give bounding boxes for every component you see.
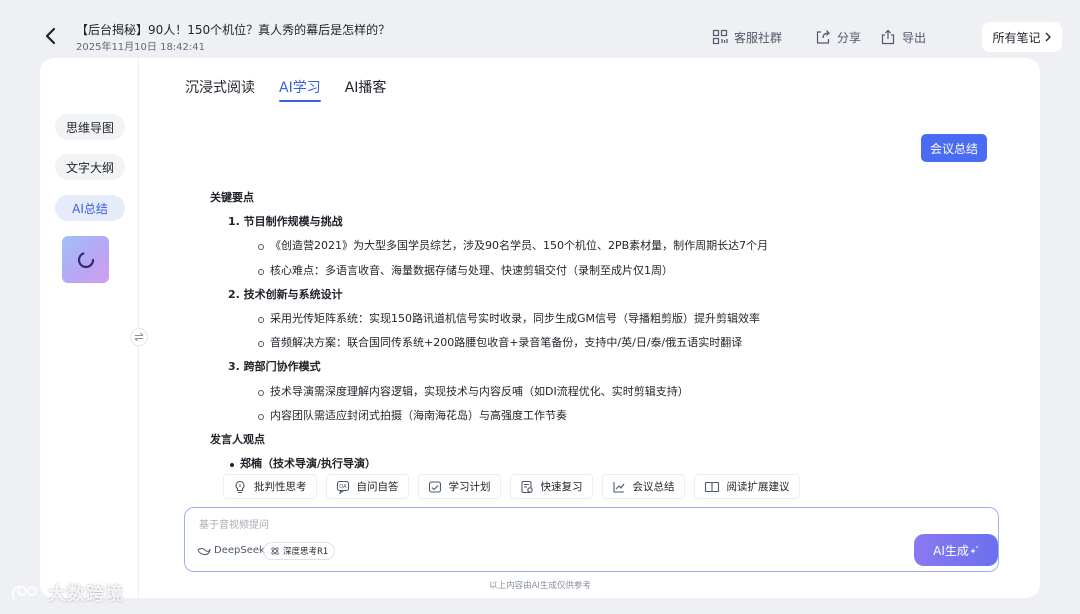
- bullet-text: 内容团队需适应封闭式拍摄（海南海花岛）与高强度工作节奏: [270, 408, 567, 422]
- customer-service-label: 客服社群: [734, 30, 783, 45]
- quick-action-label: 学习计划: [448, 481, 491, 493]
- quick-action-label: 快速复习: [540, 481, 583, 493]
- meeting-summary-button[interactable]: 会议总结: [921, 134, 987, 162]
- page-title: 【后台揭秘】90人！150个机位？真人秀的幕后是怎样的？: [76, 23, 391, 37]
- model-selector[interactable]: DeepSeek: [197, 545, 265, 556]
- share-icon: [816, 30, 830, 44]
- question-input-box: DeepSeek 深度思考R1 AI生成: [184, 507, 999, 572]
- all-notes-label: 所有笔记: [992, 30, 1041, 45]
- chevron-right-icon: [1045, 32, 1051, 42]
- point-bullet: 《创造营2021》为大型多国学员综艺，涉及90名学员、150个机位、2PB素材量…: [210, 234, 930, 258]
- main-card: 思维导图 文字大纲 AI总结 沉浸式阅读 AI学习 AI播客 会议总结 关键要点…: [40, 58, 1040, 598]
- sidebar-collapse-handle[interactable]: [130, 328, 148, 346]
- sidebar: 思维导图 文字大纲 AI总结: [40, 58, 139, 598]
- point-title: 2. 技术创新与系统设计: [228, 287, 343, 301]
- back-button[interactable]: [44, 26, 58, 46]
- tab-ai-learning[interactable]: AI学习: [279, 78, 321, 102]
- quick-action-study-plan[interactable]: 学习计划: [417, 474, 501, 499]
- sidebar-item-mindmap[interactable]: 思维导图: [55, 114, 125, 140]
- deepseek-whale-icon: [197, 547, 211, 555]
- share-button[interactable]: 分享: [815, 28, 861, 46]
- sidebar-item-outline[interactable]: 文字大纲: [55, 154, 125, 180]
- quick-action-meeting-summary[interactable]: 会议总结: [601, 474, 685, 499]
- tab-immersive-reading[interactable]: 沉浸式阅读: [185, 78, 255, 100]
- deep-think-toggle[interactable]: 深度思考R1: [263, 542, 336, 560]
- top-bar: 【后台揭秘】90人！150个机位？真人秀的幕后是怎样的？ 2025年11月10日…: [0, 0, 1080, 58]
- generation-thumbnail[interactable]: [62, 236, 109, 283]
- quick-action-self-qa[interactable]: QA 自问自答: [325, 474, 409, 499]
- bullet-text: 《创造营2021》为大型多国学员综艺，涉及90名学员、150个机位、2PB素材量…: [270, 239, 769, 253]
- bulb-icon: [235, 480, 245, 493]
- quick-action-quick-review[interactable]: 快速复习: [509, 474, 593, 499]
- sparkle-icon: [969, 545, 979, 554]
- point-bullet: 技术导演需深度理解内容逻辑，实现技术与内容反哺（如DI流程优化、实时剪辑支持）: [210, 380, 930, 404]
- loading-spinner-icon: [77, 251, 94, 268]
- tab-ai-podcast[interactable]: AI播客: [345, 78, 387, 100]
- sidebar-item-label: AI总结: [72, 201, 108, 216]
- export-label: 导出: [902, 30, 927, 45]
- point-bullet: 采用光传矩阵系统：实现150路讯道机信号实时收录，同步生成GM信号（导播粗剪版）…: [210, 307, 930, 331]
- quick-action-label: 阅读扩展建议: [726, 481, 790, 493]
- speaker-name: 郑楠（技术导演/执行导演）: [240, 457, 377, 471]
- bullet-text: 技术导演需深度理解内容逻辑，实现技术与内容反哺（如DI流程优化、实时剪辑支持）: [270, 384, 689, 398]
- watermark-logo: 大数跨境: [10, 580, 124, 606]
- atom-icon: [271, 547, 279, 555]
- sidebar-item-label: 思维导图: [65, 120, 114, 135]
- quick-action-reading-suggestions[interactable]: 阅读扩展建议: [693, 474, 800, 499]
- export-button[interactable]: 导出: [880, 28, 926, 46]
- qa-icon: QA: [336, 480, 349, 494]
- watermark-icon: [11, 585, 37, 600]
- customer-service-group-button[interactable]: 客服社群: [712, 28, 782, 46]
- svg-text:QA: QA: [339, 484, 347, 490]
- quick-action-critical-thinking[interactable]: 批判性思考: [223, 474, 317, 499]
- quick-action-label: 批判性思考: [254, 481, 307, 493]
- point-title: 3. 跨部门协作模式: [228, 360, 321, 374]
- question-input[interactable]: [199, 516, 799, 534]
- point-bullet: 核心难点：多语言收音、海量数据存储与处理、快速剪辑交付（录制至成片仅1周）: [210, 259, 930, 283]
- quick-action-label: 自问自答: [356, 481, 399, 493]
- all-notes-button[interactable]: 所有笔记: [982, 22, 1062, 52]
- qr-group-icon: [712, 29, 728, 45]
- point-bullet: 内容团队需适应封闭式拍摄（海南海花岛）与高强度工作节奏: [210, 404, 930, 428]
- summary-content: 关键要点 1. 节目制作规模与挑战 《创造营2021》为大型多国学员综艺，涉及9…: [210, 186, 930, 476]
- chart-icon: [612, 481, 624, 493]
- watermark-text: 大数跨境: [48, 584, 124, 605]
- model-name: DeepSeek: [214, 545, 265, 556]
- point-title: 1. 节目制作规模与挑战: [228, 215, 343, 229]
- sidebar-item-ai-summary[interactable]: AI总结: [55, 195, 125, 221]
- tab-bar: 沉浸式阅读 AI学习 AI播客: [185, 78, 387, 102]
- plan-icon: [428, 480, 441, 493]
- book-icon: [704, 481, 719, 492]
- bullet-text: 音频解决方案：联合国同传系统+200路腰包收音+录音笔备份，支持中/英/日/泰/…: [270, 336, 743, 350]
- ai-disclaimer: 以上内容由AI生成仅供参考: [489, 581, 591, 591]
- section-heading: 关键要点: [210, 191, 254, 204]
- ai-generate-button[interactable]: AI生成: [914, 534, 998, 566]
- sidebar-item-label: 文字大纲: [65, 160, 114, 175]
- point-bullet: 音频解决方案：联合国同传系统+200路腰包收音+录音笔备份，支持中/英/日/泰/…: [210, 331, 930, 355]
- speaker-item: 郑楠（技术导演/执行导演）: [210, 452, 930, 476]
- page-datetime: 2025年11月10日 18:42:41: [76, 42, 205, 53]
- review-icon: [520, 480, 533, 493]
- swap-icon: [134, 332, 144, 342]
- export-icon: [881, 29, 895, 45]
- ai-generate-label: AI生成: [933, 543, 969, 558]
- bullet-text: 采用光传矩阵系统：实现150路讯道机信号实时收录，同步生成GM信号（导播粗剪版）…: [270, 311, 761, 325]
- deep-think-label: 深度思考R1: [283, 547, 329, 557]
- quick-action-label: 会议总结: [632, 481, 675, 493]
- section-heading: 发言人观点: [210, 432, 265, 446]
- quick-actions: 批判性思考 QA 自问自答 学习计划 快速复习 会议总结 阅读扩展建议: [223, 474, 800, 499]
- bullet-text: 核心难点：多语言收音、海量数据存储与处理、快速剪辑交付（录制至成片仅1周）: [270, 263, 673, 277]
- share-label: 分享: [837, 30, 862, 45]
- chevron-left-icon: [45, 27, 56, 45]
